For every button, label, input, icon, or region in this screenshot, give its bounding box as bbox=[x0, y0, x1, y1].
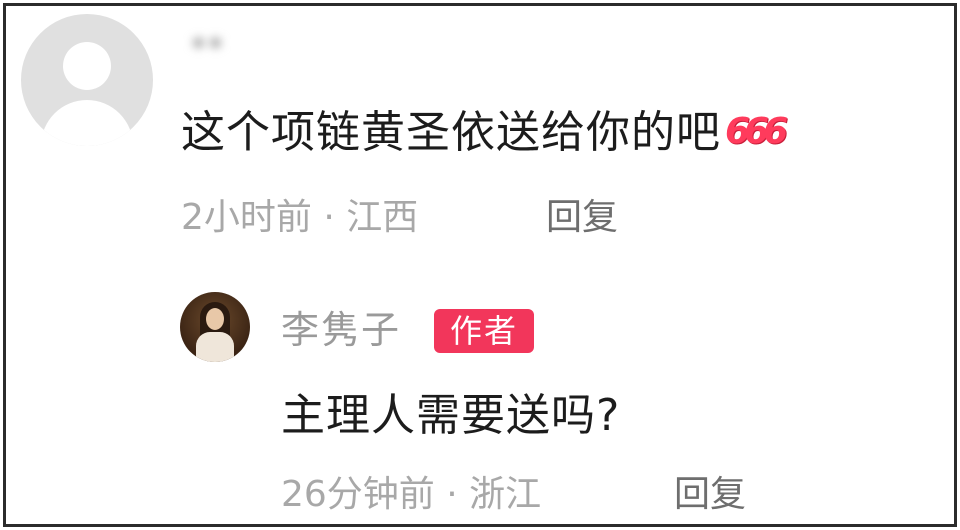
comment-panel: ** 这个项链黄圣依送给你的吧 666 2小时前 · 江西 回复 李隽子 作者 主… bbox=[3, 3, 957, 527]
default-avatar-icon[interactable] bbox=[21, 14, 153, 146]
avatar-dress-shape bbox=[196, 332, 234, 362]
author-name[interactable]: 李隽子 bbox=[281, 306, 401, 354]
comment-body: 这个项链黄圣依送给你的吧 bbox=[181, 107, 721, 158]
emoji-666-icon: 666 bbox=[725, 111, 788, 152]
avatar-body-shape bbox=[41, 100, 133, 146]
avatar-head-shape bbox=[63, 42, 111, 90]
author-avatar[interactable] bbox=[180, 292, 250, 362]
reply-text: 主理人需要送吗? bbox=[281, 390, 621, 441]
reply-button[interactable]: 回复 bbox=[546, 196, 618, 240]
avatar-face-shape bbox=[206, 308, 224, 330]
comment-meta: 2小时前 · 江西 bbox=[181, 197, 419, 238]
comment-text: 这个项链黄圣依送给你的吧 666 bbox=[181, 104, 788, 161]
reply-meta: 26分钟前 · 浙江 bbox=[281, 474, 542, 515]
commenter-username[interactable]: ** bbox=[178, 26, 236, 72]
reply-button[interactable]: 回复 bbox=[674, 473, 746, 517]
author-badge: 作者 bbox=[434, 309, 534, 353]
